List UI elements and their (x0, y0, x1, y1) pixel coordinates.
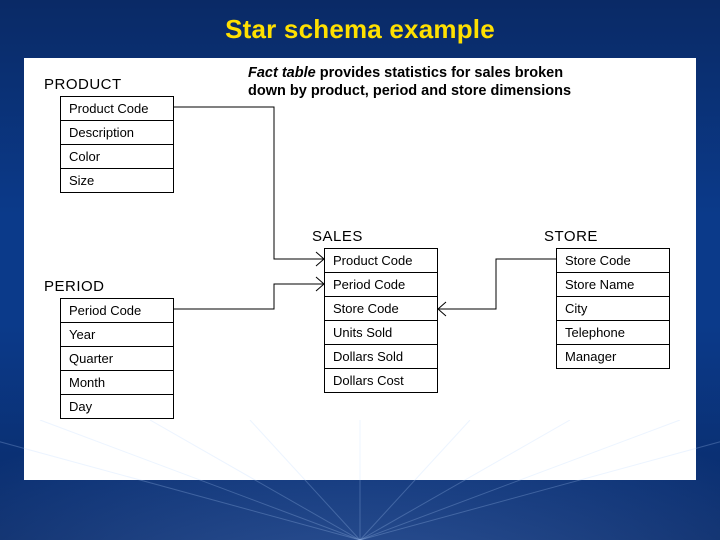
table-row: Product Code (61, 97, 173, 121)
sales-fact-table: Product Code Period Code Store Code Unit… (324, 248, 438, 393)
table-row: City (557, 297, 669, 321)
table-row: Period Code (61, 299, 173, 323)
caption-emphasis: Fact table (248, 65, 316, 81)
product-table: Product Code Description Color Size (60, 96, 174, 193)
table-row: Product Code (325, 249, 437, 273)
caption-text: Fact table provides statistics for sales… (248, 64, 578, 100)
period-table: Period Code Year Quarter Month Day (60, 298, 174, 419)
table-row: Store Code (325, 297, 437, 321)
table-row: Month (61, 371, 173, 395)
sales-table-title: SALES (312, 228, 363, 245)
slide-title: Star schema example (0, 14, 720, 45)
table-row: Store Name (557, 273, 669, 297)
table-row: Period Code (325, 273, 437, 297)
store-table-title: STORE (544, 228, 598, 245)
table-row: Size (61, 169, 173, 192)
product-table-title: PRODUCT (44, 76, 122, 93)
table-row: Description (61, 121, 173, 145)
period-table-title: PERIOD (44, 278, 105, 295)
table-row: Units Sold (325, 321, 437, 345)
table-row: Dollars Cost (325, 369, 437, 392)
store-table: Store Code Store Name City Telephone Man… (556, 248, 670, 369)
table-row: Color (61, 145, 173, 169)
table-row: Manager (557, 345, 669, 368)
table-row: Quarter (61, 347, 173, 371)
diagram-panel: Fact table provides statistics for sales… (24, 58, 696, 480)
table-row: Year (61, 323, 173, 347)
table-row: Store Code (557, 249, 669, 273)
table-row: Dollars Sold (325, 345, 437, 369)
table-row: Telephone (557, 321, 669, 345)
table-row: Day (61, 395, 173, 418)
